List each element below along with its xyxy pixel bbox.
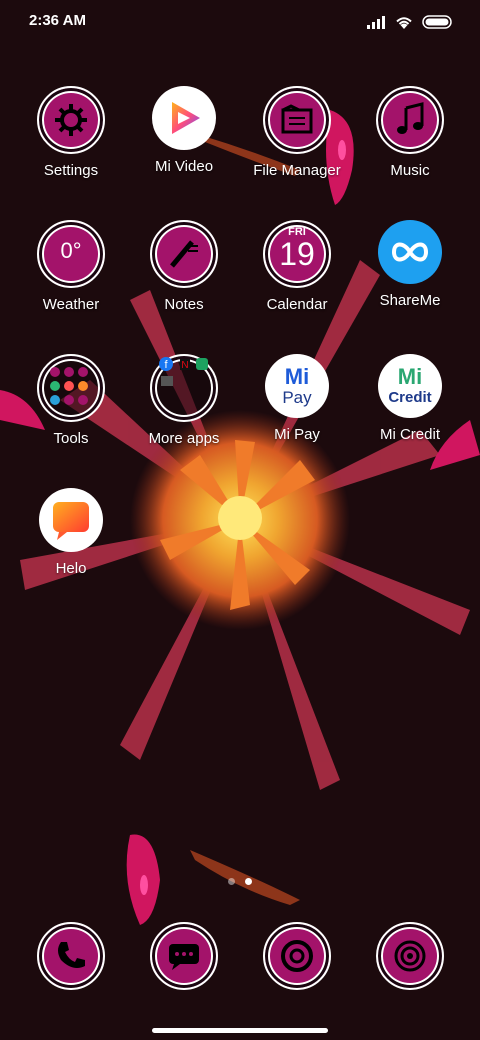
dock-camera[interactable] — [354, 922, 466, 990]
app-shareme[interactable]: ShareMe — [354, 220, 466, 309]
app-label: Helo — [55, 560, 87, 577]
battery-icon — [422, 15, 452, 29]
messages-icon — [150, 922, 218, 990]
mi-pay-logo-top: Mi — [284, 364, 310, 389]
tools-folder-icon — [37, 354, 105, 422]
app-weather[interactable]: 0° Weather — [15, 220, 127, 313]
app-label: Mi Video — [154, 158, 214, 175]
page-dot[interactable] — [228, 878, 235, 885]
app-label: Notes — [164, 296, 204, 313]
weather-icon: 0° — [37, 220, 105, 288]
browser-icon — [263, 922, 331, 990]
mi-credit-logo-top: Mi — [397, 364, 423, 389]
app-label: Mi Pay — [274, 426, 320, 443]
app-label: Settings — [43, 162, 99, 179]
phone-icon — [37, 922, 105, 990]
camera-icon — [376, 922, 444, 990]
helo-icon — [39, 488, 103, 552]
app-label: Weather — [42, 296, 100, 313]
status-time: 2:36 AM — [29, 12, 86, 29]
app-calendar[interactable]: FRI 19 Calendar — [241, 220, 353, 313]
music-icon — [376, 86, 444, 154]
wifi-icon — [396, 17, 412, 29]
shareme-icon — [378, 220, 442, 284]
app-label: Music — [390, 162, 430, 179]
home-indicator[interactable] — [152, 1028, 328, 1033]
weather-temperature: 0° — [60, 238, 82, 263]
mi-video-icon — [152, 86, 216, 150]
signal-icon — [367, 16, 385, 29]
mi-credit-icon: Mi Credit — [378, 354, 442, 418]
page-indicator — [0, 878, 480, 885]
file-manager-icon — [263, 86, 331, 154]
app-label: Mi Credit — [379, 426, 440, 443]
folder-more-apps[interactable]: f N More apps — [128, 354, 240, 447]
svg-text:N: N — [181, 360, 188, 371]
app-label: File Manager — [253, 162, 341, 179]
app-label: Calendar — [266, 296, 328, 313]
app-settings[interactable]: Settings — [15, 86, 127, 179]
app-label: More apps — [148, 430, 220, 447]
mi-pay-icon: Mi Pay — [265, 354, 329, 418]
mi-pay-logo-bottom: Pay — [282, 388, 312, 407]
app-mi-credit[interactable]: Mi Credit Mi Credit — [354, 354, 466, 443]
app-file-manager[interactable]: File Manager — [241, 86, 353, 179]
app-helo[interactable]: Helo — [15, 488, 127, 577]
folder-tools[interactable]: Tools — [15, 354, 127, 447]
notes-icon — [150, 220, 218, 288]
calendar-date: 19 — [279, 236, 315, 272]
mi-credit-logo-bottom: Credit — [388, 389, 432, 406]
app-notes[interactable]: Notes — [128, 220, 240, 313]
app-mi-video[interactable]: Mi Video — [128, 86, 240, 175]
app-music[interactable]: Music — [354, 86, 466, 179]
calendar-icon: FRI 19 — [263, 220, 331, 288]
dock-browser[interactable] — [241, 922, 353, 990]
app-mi-pay[interactable]: Mi Pay Mi Pay — [241, 354, 353, 443]
status-bar: 2:36 AM — [0, 0, 480, 44]
app-label: Tools — [53, 430, 89, 447]
app-label: ShareMe — [379, 292, 441, 309]
settings-icon — [37, 86, 105, 154]
more-apps-folder-icon: f N — [150, 354, 218, 422]
dock-phone[interactable] — [15, 922, 127, 990]
dock-messages[interactable] — [128, 922, 240, 990]
page-dot-active[interactable] — [245, 878, 252, 885]
